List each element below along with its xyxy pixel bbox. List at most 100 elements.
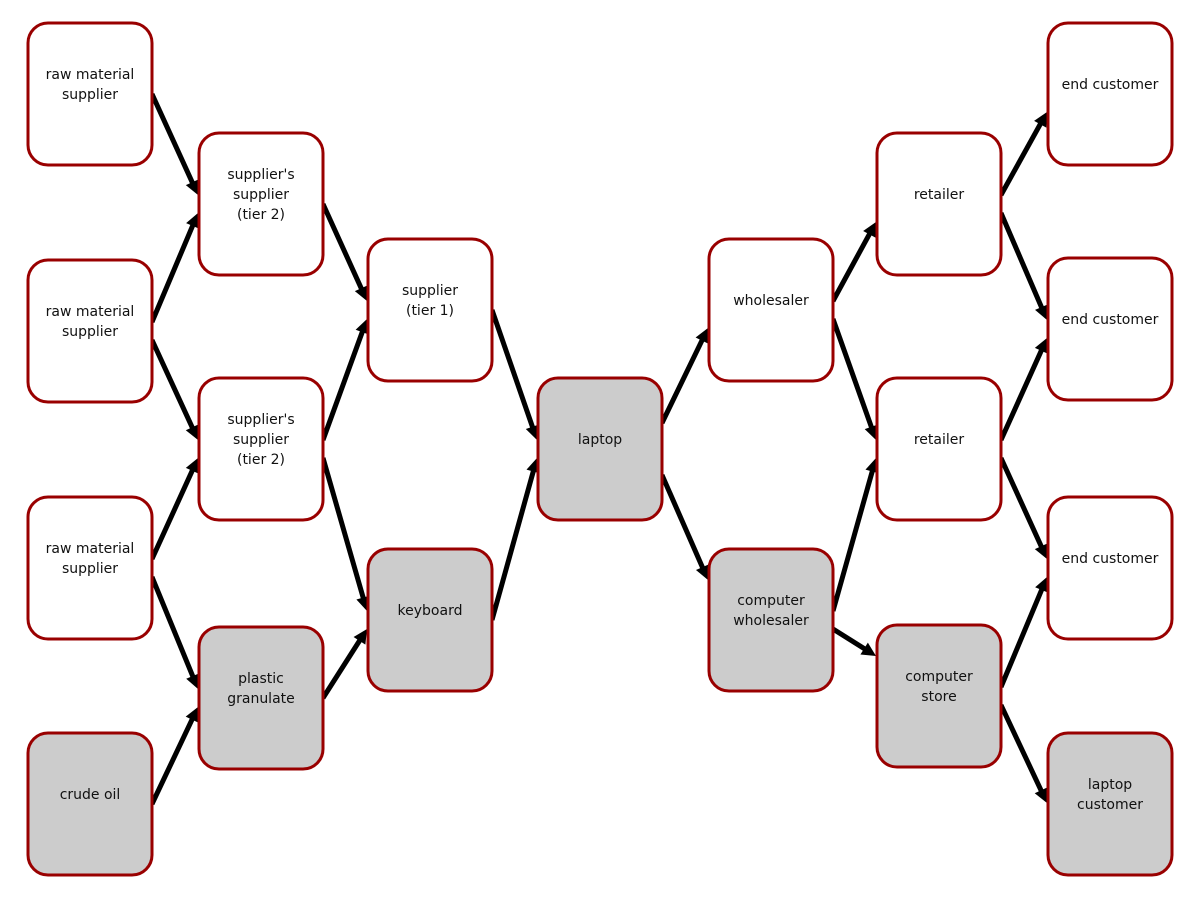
edge-laptop-to-compwh [659,473,709,580]
node-label: supplier [62,561,118,577]
node-label: (tier 1) [406,303,454,319]
node-label: store [921,689,956,705]
edge-line [998,703,1045,794]
edge-line [659,473,706,571]
node-label: end customer [1062,551,1159,567]
edge-compwh-to-ret2 [830,458,879,612]
edge-raw2-to-ss1 [149,213,200,323]
edge-compwh-to-store [831,626,876,656]
node-ss2: supplier's supplier (tier 2) [197,376,325,522]
edge-line [149,92,196,186]
edge-ret1-to-end2 [998,212,1048,320]
node-label: end customer [1062,77,1159,93]
node-label: supplier [62,324,118,340]
node-label: supplier [402,283,458,299]
edge-ss2-to-sup1 [320,319,369,441]
node-store: computer store [875,623,1003,769]
edge-line [659,337,706,425]
edge-plastic-to-keyboard [320,629,367,700]
node-label: retailer [914,187,965,203]
node-label: laptop [578,432,622,448]
node-raw1: raw material supplier [26,21,154,167]
node-label: wholesaler [733,613,809,629]
edge-line [320,637,363,700]
edge-line [149,338,196,431]
node-label: computer [905,669,973,685]
node-label: end customer [1062,312,1159,328]
edge-store-to-end3 [998,577,1049,688]
node-end1: end customer [1046,21,1174,167]
node-box [197,376,325,522]
node-label: plastic [238,671,284,687]
edge-line [998,212,1045,310]
node-box [707,237,835,383]
edge-ret1-to-end1 [998,112,1047,197]
edge-raw3-to-ss2 [149,458,199,561]
node-ret1: retailer [875,131,1003,277]
edge-line [489,309,536,430]
edge-wholesaler-to-ret1 [830,222,876,303]
node-crude: crude oil [26,731,154,877]
edge-line [830,468,876,612]
edge-ss2-to-keyboard [320,457,370,611]
node-laptop: laptop [536,376,664,522]
node-box [1046,21,1174,167]
edge-raw3-to-plastic [149,576,200,689]
node-box [197,131,325,277]
node-label: raw material [46,67,135,83]
edge-line [998,456,1045,550]
edge-line [149,716,196,806]
node-ss1: supplier's supplier (tier 2) [197,131,325,277]
edge-line [149,576,196,679]
edge-line [320,457,367,601]
edge-line [489,468,537,621]
node-label: keyboard [398,603,463,619]
node-raw3: raw material supplier [26,495,154,641]
edge-raw1-to-ss1 [149,92,199,195]
node-label: granulate [227,691,295,707]
edge-ret2-to-end3 [998,456,1048,559]
edge-ss1-to-sup1 [320,202,368,301]
node-label: crude oil [60,787,121,803]
node-box [366,547,494,693]
edge-line [830,231,873,303]
edge-keyboard-to-laptop [489,458,540,621]
node-compwh: computer wholesaler [707,547,835,693]
edge-laptop-to-wholesaler [659,328,709,425]
node-label: raw material [46,304,135,320]
edge-wholesaler-to-ret2 [830,318,878,440]
node-ret2: retailer [875,376,1003,522]
nodes-layer: raw material supplier raw material supplier… [26,21,1174,877]
node-box [1046,256,1174,402]
edge-line [149,467,196,561]
edge-line [831,626,868,652]
node-label: supplier [233,187,289,203]
node-box [1046,495,1174,641]
edge-line [998,347,1045,442]
edge-ret2-to-end2 [998,338,1048,442]
node-plastic: plastic granulate [197,625,325,771]
node-box [26,731,154,877]
node-label: (tier 2) [237,207,285,223]
node-label: computer [737,593,805,609]
node-label: wholesaler [733,293,809,309]
edge-line [998,587,1045,688]
node-label: supplier's [227,167,294,183]
node-label: supplier [233,432,289,448]
node-wholesaler: wholesaler [707,237,835,383]
node-label: (tier 2) [237,452,285,468]
edge-raw2-to-ss2 [149,338,199,440]
node-label: customer [1077,797,1143,813]
node-label: raw material [46,541,135,557]
edge-line [830,318,875,430]
node-raw2: raw material supplier [26,258,154,404]
supply-chain-diagram: raw material supplier raw material supplier… [26,21,1174,877]
node-box [875,131,1003,277]
node-end2: end customer [1046,256,1174,402]
edge-line [320,202,365,292]
edge-crude-to-plastic [149,707,199,806]
edge-sup1-to-laptop [489,309,540,440]
node-box [875,376,1003,522]
node-label: supplier [62,87,118,103]
node-end3: end customer [1046,495,1174,641]
